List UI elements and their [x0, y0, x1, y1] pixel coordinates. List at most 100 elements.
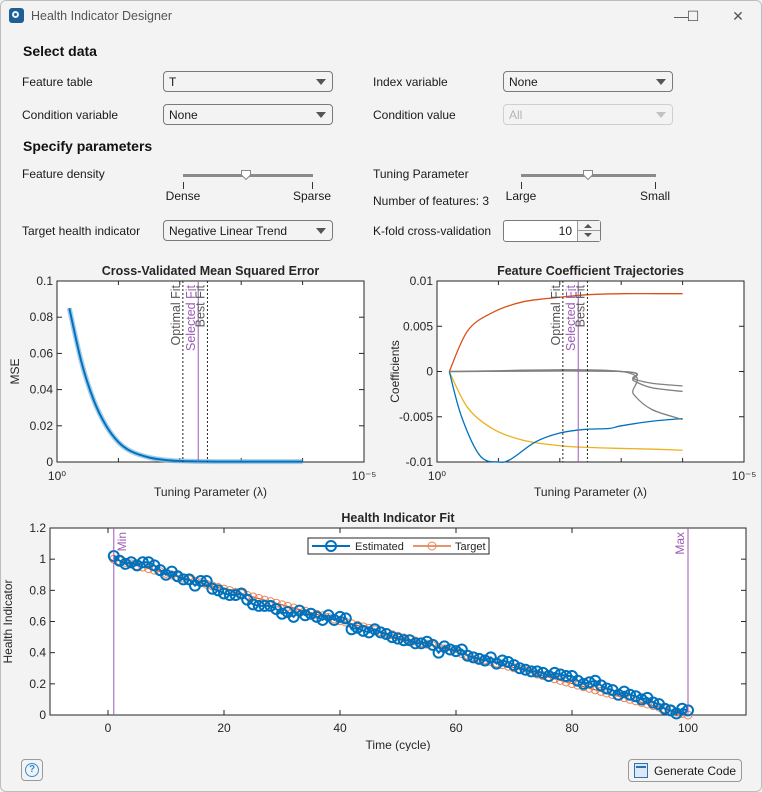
help-button[interactable]: ? — [21, 759, 43, 781]
slider-thumb[interactable] — [583, 170, 593, 180]
plot-area — [49, 527, 747, 716]
y-tick-label: 0.01 — [410, 274, 434, 288]
kfold-value[interactable]: 10 — [559, 224, 572, 238]
spinner-buttons — [577, 221, 600, 241]
x-tick-label: 10⁰ — [428, 469, 446, 483]
x-tick-label: 20 — [217, 721, 231, 735]
chart-title: Health Indicator Fit — [341, 511, 455, 525]
y-tick-label: -0.005 — [399, 410, 433, 424]
code-file-icon — [634, 763, 648, 778]
tuning-parameter-slider[interactable]: Large Small — [506, 170, 670, 210]
help-icon: ? — [25, 763, 39, 777]
y-tick-label: 0.2 — [29, 677, 46, 691]
x-tick-label: 40 — [333, 721, 347, 735]
slider-tick — [183, 182, 184, 189]
target-health-indicator-dropdown[interactable]: Negative Linear Trend — [163, 220, 333, 241]
dense-label: Dense — [165, 189, 201, 203]
feature-table-dropdown[interactable]: T — [163, 71, 333, 92]
y-tick-label: 1 — [39, 552, 46, 566]
x-tick-label: 80 — [565, 721, 579, 735]
number-of-features: Number of features: 3 — [373, 194, 490, 208]
coefficient-chart: Feature Coefficient Trajectories -0.01 -0.… — [388, 264, 757, 499]
decrement-icon[interactable] — [584, 233, 592, 237]
y-tick-label: 0 — [39, 708, 46, 722]
y-tick-label: 0.8 — [29, 583, 46, 597]
app-icon — [9, 8, 24, 23]
y-tick-label: 0 — [46, 455, 53, 469]
generate-code-label: Generate Code — [654, 764, 737, 778]
x-axis-label: Tuning Parameter (λ) — [534, 485, 647, 499]
x-tick-label: 10⁰ — [48, 469, 66, 483]
window-title: Health Indicator Designer — [31, 9, 173, 23]
y-axis-label: Health Indicator — [1, 579, 15, 663]
app-window: Health Indicator Designer — ☐ ✕ Select d… — [0, 0, 762, 792]
select-data-heading: Select data — [23, 43, 97, 59]
y-tick-label: 0.6 — [29, 615, 46, 629]
x-tick-label: 10⁻⁵ — [732, 469, 757, 483]
y-tick-label: 0 — [426, 365, 433, 379]
y-tick-label: 0.02 — [30, 419, 54, 433]
x-tick-label: 10⁻⁵ — [352, 469, 377, 483]
chevron-down-icon — [316, 79, 326, 85]
target-health-indicator-value: Negative Linear Trend — [169, 224, 288, 238]
y-tick-label: 1.2 — [29, 521, 46, 535]
large-label: Large — [505, 189, 537, 203]
chevron-down-icon — [316, 112, 326, 118]
chart-title: Feature Coefficient Trajectories — [497, 264, 684, 278]
index-variable-dropdown[interactable]: None — [503, 71, 673, 92]
tuning-parameter-label: Tuning Parameter — [373, 167, 469, 181]
slider-tick — [521, 182, 522, 189]
legend: Estimated Target — [307, 537, 490, 555]
kfold-spinner[interactable]: 10 — [503, 220, 601, 242]
condition-variable-value: None — [169, 108, 198, 122]
fit-marker-label: Optimal Fit — [169, 284, 183, 345]
feature-table-label: Feature table — [22, 75, 93, 89]
target-health-indicator-label: Target health indicator — [22, 224, 141, 238]
mse-chart: Cross-Validated Mean Squared Error 0 0.02 0… — [8, 264, 377, 499]
kfold-label: K-fold cross-validation — [373, 224, 492, 238]
index-variable-value: None — [509, 75, 538, 89]
specify-parameters-heading: Specify parameters — [23, 138, 153, 154]
small-label: Small — [639, 189, 671, 203]
chart-title: Cross-Validated Mean Squared Error — [102, 264, 320, 278]
condition-value-value: All — [509, 108, 523, 122]
close-button[interactable]: ✕ — [724, 6, 752, 26]
chevron-down-icon — [656, 79, 666, 85]
y-tick-label: 0.1 — [36, 274, 53, 288]
feature-density-label: Feature density — [22, 167, 105, 181]
y-tick-label: -0.01 — [406, 455, 434, 469]
x-axis-label: Tuning Parameter (λ) — [154, 485, 267, 499]
feature-density-slider[interactable]: Dense Sparse — [166, 170, 331, 210]
x-tick-label: 60 — [449, 721, 463, 735]
y-tick-label: 0.4 — [29, 646, 46, 660]
generate-code-button[interactable]: Generate Code — [628, 759, 742, 782]
slider-tick — [312, 182, 313, 189]
x-axis-label: Time (cycle) — [366, 738, 431, 751]
range-marker-label: Min — [115, 532, 129, 551]
y-tick-label: 0.06 — [30, 346, 54, 360]
feature-table-value: T — [169, 75, 177, 89]
increment-icon[interactable] — [584, 224, 592, 228]
y-tick-label: 0.08 — [30, 310, 54, 324]
x-tick-label: 100 — [678, 721, 698, 735]
legend-estimated-label: Estimated — [355, 541, 404, 553]
sparse-label: Sparse — [292, 189, 332, 203]
x-tick-label: 0 — [105, 721, 112, 735]
spinner-divider — [578, 230, 600, 231]
plot-area — [56, 280, 365, 463]
maximize-button[interactable]: ☐ — [679, 6, 707, 26]
title-bar: Health Indicator Designer — ☐ ✕ — [1, 1, 761, 32]
index-variable-label: Index variable — [373, 75, 448, 89]
condition-value-label: Condition value — [373, 108, 456, 122]
y-tick-label: 0.04 — [30, 383, 54, 397]
condition-variable-dropdown[interactable]: None — [163, 104, 333, 125]
fit-marker-label: Best Fit — [193, 284, 207, 327]
chevron-down-icon — [656, 112, 666, 118]
slider-thumb[interactable] — [241, 170, 251, 180]
fit-marker-label: Best Fit — [573, 284, 587, 327]
health-indicator-chart: Health Indicator Fit 0 0.2 0.4 0.6 0.8 1 1.2 Hea… — [1, 511, 747, 751]
range-marker-label: Max — [673, 532, 687, 555]
y-axis-label: MSE — [8, 358, 22, 384]
fit-marker-label: Optimal Fit — [549, 284, 563, 345]
condition-variable-label: Condition variable — [22, 108, 119, 122]
